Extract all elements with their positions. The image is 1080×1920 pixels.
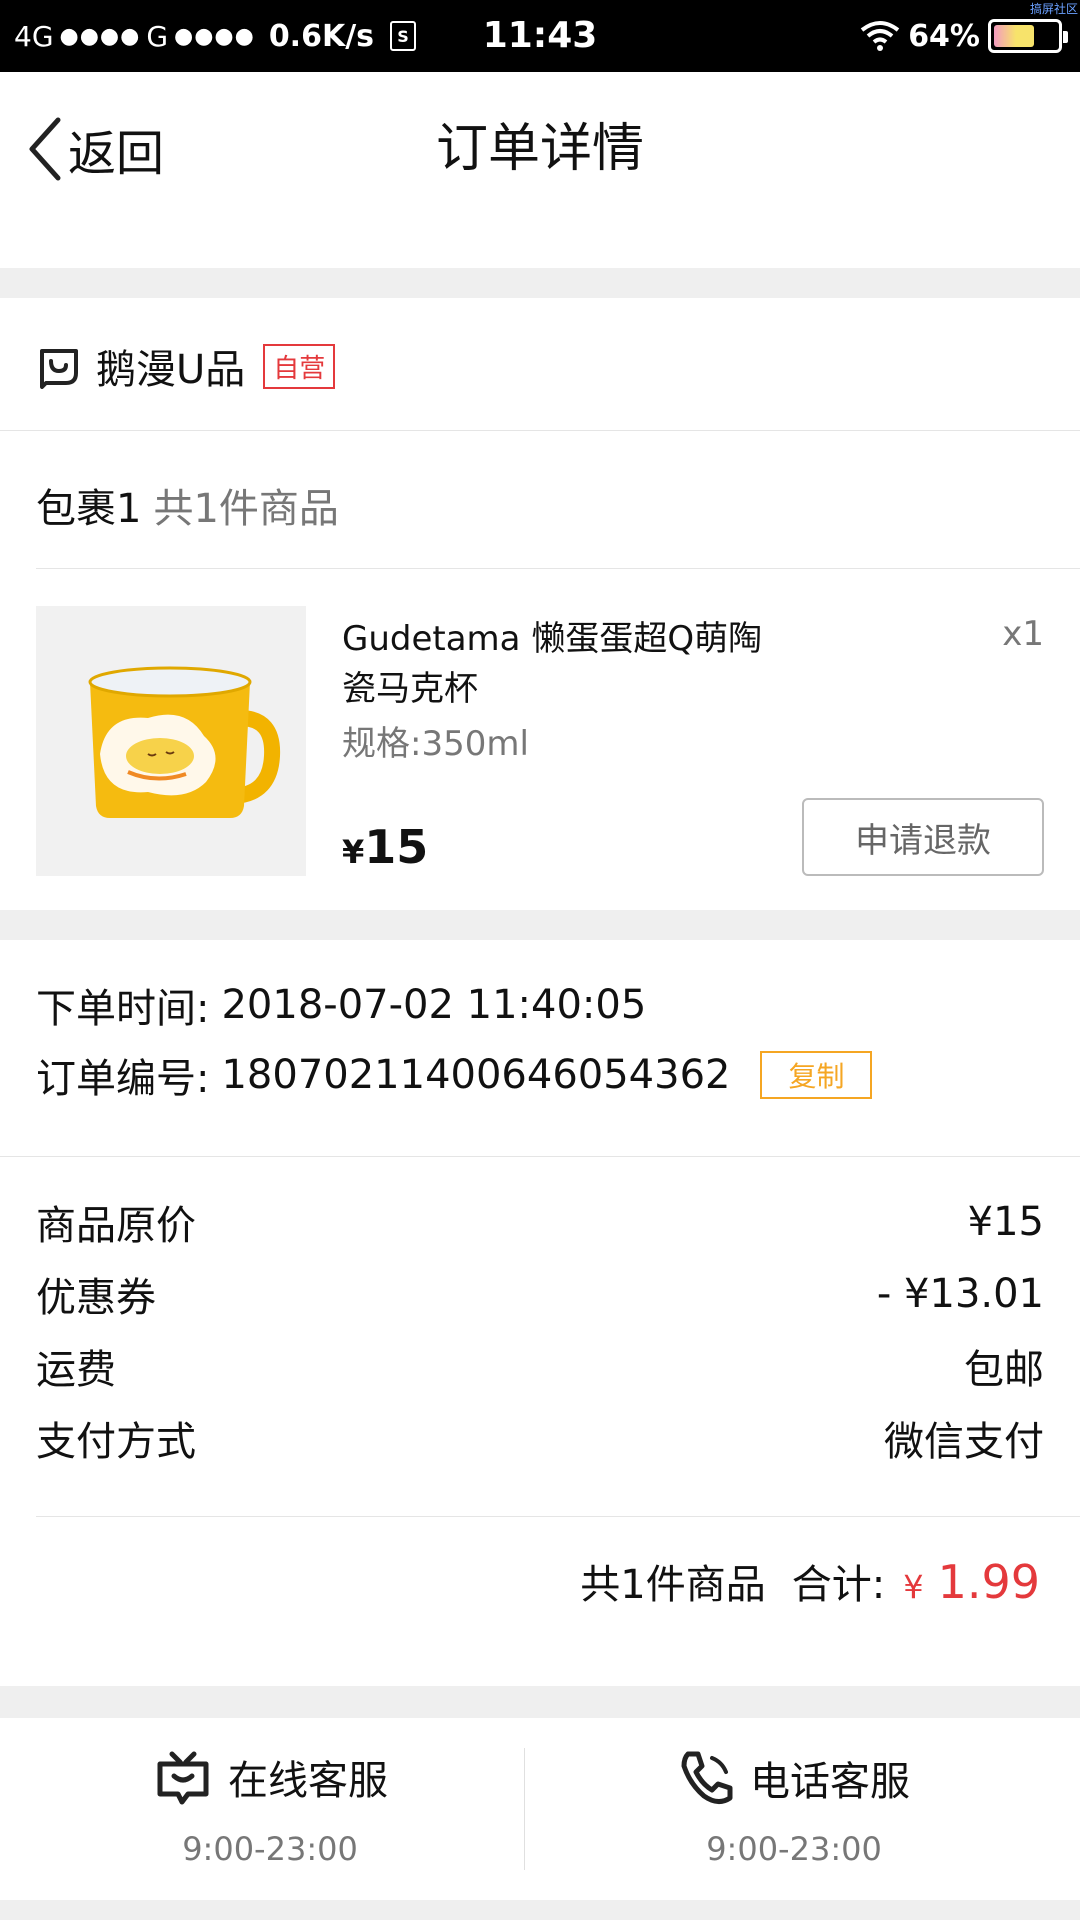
total-currency: ¥ [903,1568,924,1606]
copy-button[interactable]: 复制 [760,1051,873,1099]
order-time-label: 下单时间: [36,986,210,1032]
customer-service-bar: 在线客服 9:00-23:00 电话客服 9:00-23:00 [0,1718,1080,1900]
order-info-card: 下单时间: 2018-07-02 11:40:05 订单编号: 18070211… [0,940,1080,1686]
online-service-button[interactable]: 在线客服 9:00-23:00 [0,1718,540,1900]
shop-header[interactable]: 鹅漫U品 自营 [36,338,336,394]
order-time-value: 2018-07-02 11:40:05 [221,982,647,1028]
fee-label: 商品原价 [36,1203,196,1249]
price-currency: ¥ [342,833,365,871]
total-amount: 1.99 [937,1555,1040,1609]
fee-row-payment-method: 支付方式 微信支付 [36,1408,1044,1468]
fee-label: 运费 [36,1347,116,1393]
order-total: 共1件商品 合计: ¥ 1.99 [580,1552,1040,1610]
nav-header: 返回 订单详情 [0,72,1080,268]
total-label: 合计: [791,1562,886,1608]
product-name[interactable]: Gudetama 懒蛋蛋超Q萌陶瓷马克杯 [342,614,782,714]
total-count: 共1件商品 [580,1562,766,1608]
wifi-icon [860,21,900,51]
shop-name: 鹅漫U品 [96,347,246,393]
product-price: ¥15 [342,820,428,874]
divider [36,568,1080,569]
battery-icon [988,19,1068,53]
divider [0,430,1080,431]
phone-service-button[interactable]: 电话客服 9:00-23:00 [524,1718,1064,1900]
battery-level [994,25,1034,47]
online-service-label: 在线客服 [228,1758,388,1804]
package-label: 包裹1 [36,486,142,532]
fee-value: ¥15 [967,1199,1044,1245]
shop-logo-icon [40,349,78,389]
refund-button[interactable]: 申请退款 [802,798,1044,876]
battery-percent: 64% [908,18,980,54]
fee-value: - ¥13.01 [876,1271,1044,1317]
shop-card: 鹅漫U品 自营 包裹1 共1件商品 Gudetama 懒蛋蛋超Q萌陶瓷马克杯 x1… [0,298,1080,910]
fee-value: 微信支付 [884,1419,1044,1465]
phone-service-hours: 9:00-23:00 [706,1830,882,1868]
fee-row-shipping: 运费 包邮 [36,1336,1044,1396]
phone-service-label: 电话客服 [750,1759,910,1805]
mug-illustration [88,666,281,818]
product-image[interactable] [36,606,306,876]
product-quantity: x1 [1002,614,1044,654]
corner-watermark: 搞屏社区 [1029,2,1078,16]
page-title: 订单详情 [435,119,644,179]
fee-row-original-price: 商品原价 ¥15 [36,1192,1044,1252]
product-spec: 规格:350ml [342,724,529,764]
online-service-hours: 9:00-23:00 [182,1830,358,1868]
fee-value: 包邮 [964,1347,1044,1393]
fee-label: 优惠券 [36,1275,156,1321]
status-bar: 4G ●●●● G ●●●● 0.6K/s S 11:43 64% 搞屏社区 [0,0,1080,72]
price-value: 15 [364,820,429,874]
order-number-value: 18070211400646054362 [221,1052,731,1098]
divider [0,1156,1080,1157]
fee-label: 支付方式 [36,1419,196,1465]
fee-row-coupon: 优惠券 - ¥13.01 [36,1264,1044,1324]
package-count: 共1件商品 [153,486,339,532]
order-number-row: 订单编号: 18070211400646054362 复制 [36,1046,873,1104]
order-number-label: 订单编号: [36,1056,210,1102]
self-operated-badge: 自营 [263,343,336,389]
divider [36,1516,1080,1517]
order-time-row: 下单时间: 2018-07-02 11:40:05 [36,976,646,1034]
online-service-icon [157,1751,209,1805]
phone-icon [681,1751,733,1804]
package-info: 包裹1 共1件商品 [36,476,339,534]
